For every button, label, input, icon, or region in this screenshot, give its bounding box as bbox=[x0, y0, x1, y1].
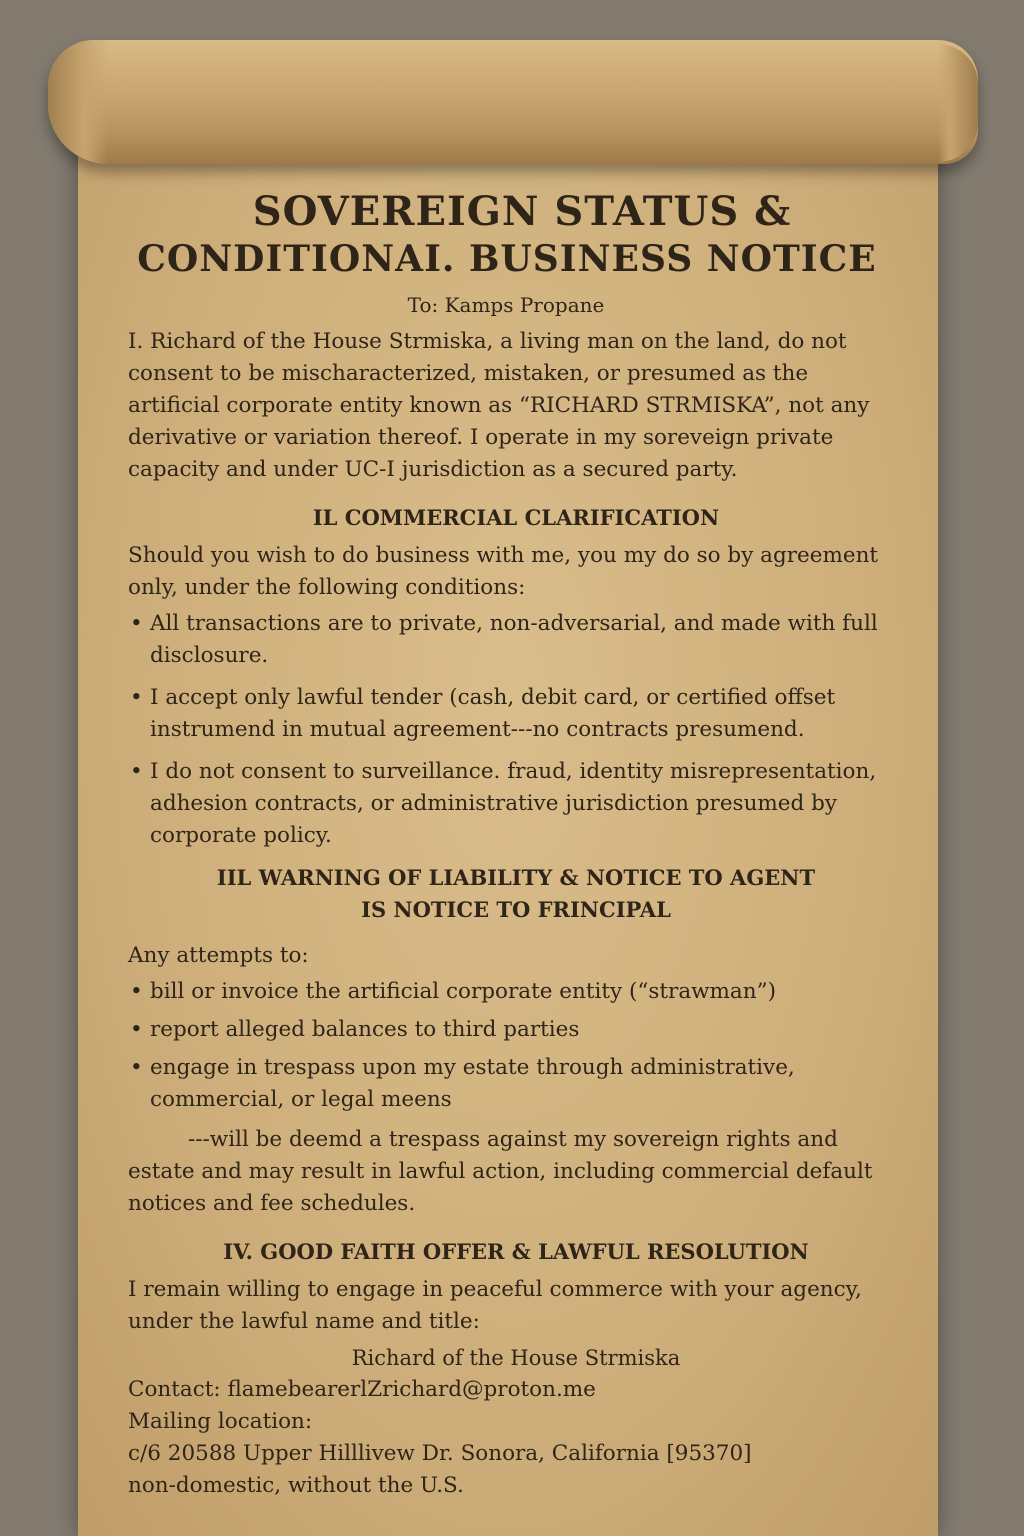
bullet-icon: • bbox=[130, 685, 143, 710]
list-item-text: engage in trespass upon my estate throug… bbox=[150, 1055, 795, 1112]
list-item: • All transactions are to private, non-ad… bbox=[128, 608, 904, 672]
bullet-icon: • bbox=[130, 611, 143, 636]
section-3-heading-line-2: IS NOTICE TO FRINCIPAL bbox=[361, 897, 671, 922]
contact-email: Contact: flamebearerlZrichard@proton.me bbox=[128, 1377, 596, 1402]
section-2-heading: IL COMMERCIAL CLARIFICATION bbox=[312, 505, 720, 530]
section-4-intro: I remain willing to engage in peaceful c… bbox=[128, 1277, 862, 1334]
section-3-bullet-list: • bill or invoice the artificial corporat… bbox=[128, 976, 904, 1116]
bullet-icon: • bbox=[130, 1055, 143, 1080]
recipient-line: To: Kamps Propane bbox=[407, 293, 605, 317]
intro-paragraph: I. Richard of the House Strmiska, a livi… bbox=[128, 329, 870, 482]
list-item: • I do not consent to surveillance. fraud… bbox=[128, 756, 904, 852]
notice-content: SOVEREIGN STATUS & CONDITIONAI. BUSINESS… bbox=[128, 188, 904, 1502]
list-item-text: All transactions are to private, non-adv… bbox=[150, 611, 878, 668]
list-item-text: I do not consent to surveillance. fraud,… bbox=[150, 759, 877, 848]
list-item: • bill or invoice the artificial corporat… bbox=[128, 976, 904, 1008]
status-line: non-domestic, without the U.S. bbox=[128, 1473, 464, 1498]
list-item-text: report alleged balances to third parties bbox=[150, 1017, 580, 1042]
scroll-roll-left-end bbox=[48, 40, 108, 164]
section-4-heading: IV. GOOD FAITH OFFER & LAWFUL RESOLUTION bbox=[223, 1239, 809, 1264]
section-3-conclusion: ---will be deemd a trespass against my s… bbox=[128, 1127, 873, 1216]
scroll-roll bbox=[48, 40, 978, 164]
list-item-text: I accept only lawful tender (cash, debit… bbox=[150, 685, 836, 742]
section-2-bullet-list: • All transactions are to private, non-ad… bbox=[128, 608, 904, 852]
list-item: • I accept only lawful tender (cash, debi… bbox=[128, 682, 904, 746]
list-item: • engage in trespass upon my estate throu… bbox=[128, 1052, 904, 1116]
mailing-label: Mailing location: bbox=[128, 1409, 313, 1434]
lawful-name: Richard of the House Strmiska bbox=[351, 1346, 681, 1370]
bullet-icon: • bbox=[130, 979, 143, 1004]
bullet-icon: • bbox=[130, 759, 143, 784]
section-3-intro: Any attempts to: bbox=[128, 943, 309, 968]
section-3-heading-line-1: IIL WARNING OF LIABILITY & NOTICE TO AGE… bbox=[216, 865, 816, 890]
list-item-text: bill or invoice the artificial corporate… bbox=[150, 979, 776, 1004]
bullet-icon: • bbox=[130, 1017, 143, 1042]
mailing-address: c/6 20588 Upper Hilllivew Dr. Sonora, Ca… bbox=[128, 1441, 752, 1466]
notice-title-line-1: SOVEREIGN STATUS & bbox=[252, 188, 792, 235]
notice-title-line-2: CONDITIONAI. BUSINESS NOTICE bbox=[137, 238, 877, 280]
list-item: • report alleged balances to third partie… bbox=[128, 1014, 904, 1046]
section-2-intro: Should you wish to do business with me, … bbox=[128, 543, 879, 600]
